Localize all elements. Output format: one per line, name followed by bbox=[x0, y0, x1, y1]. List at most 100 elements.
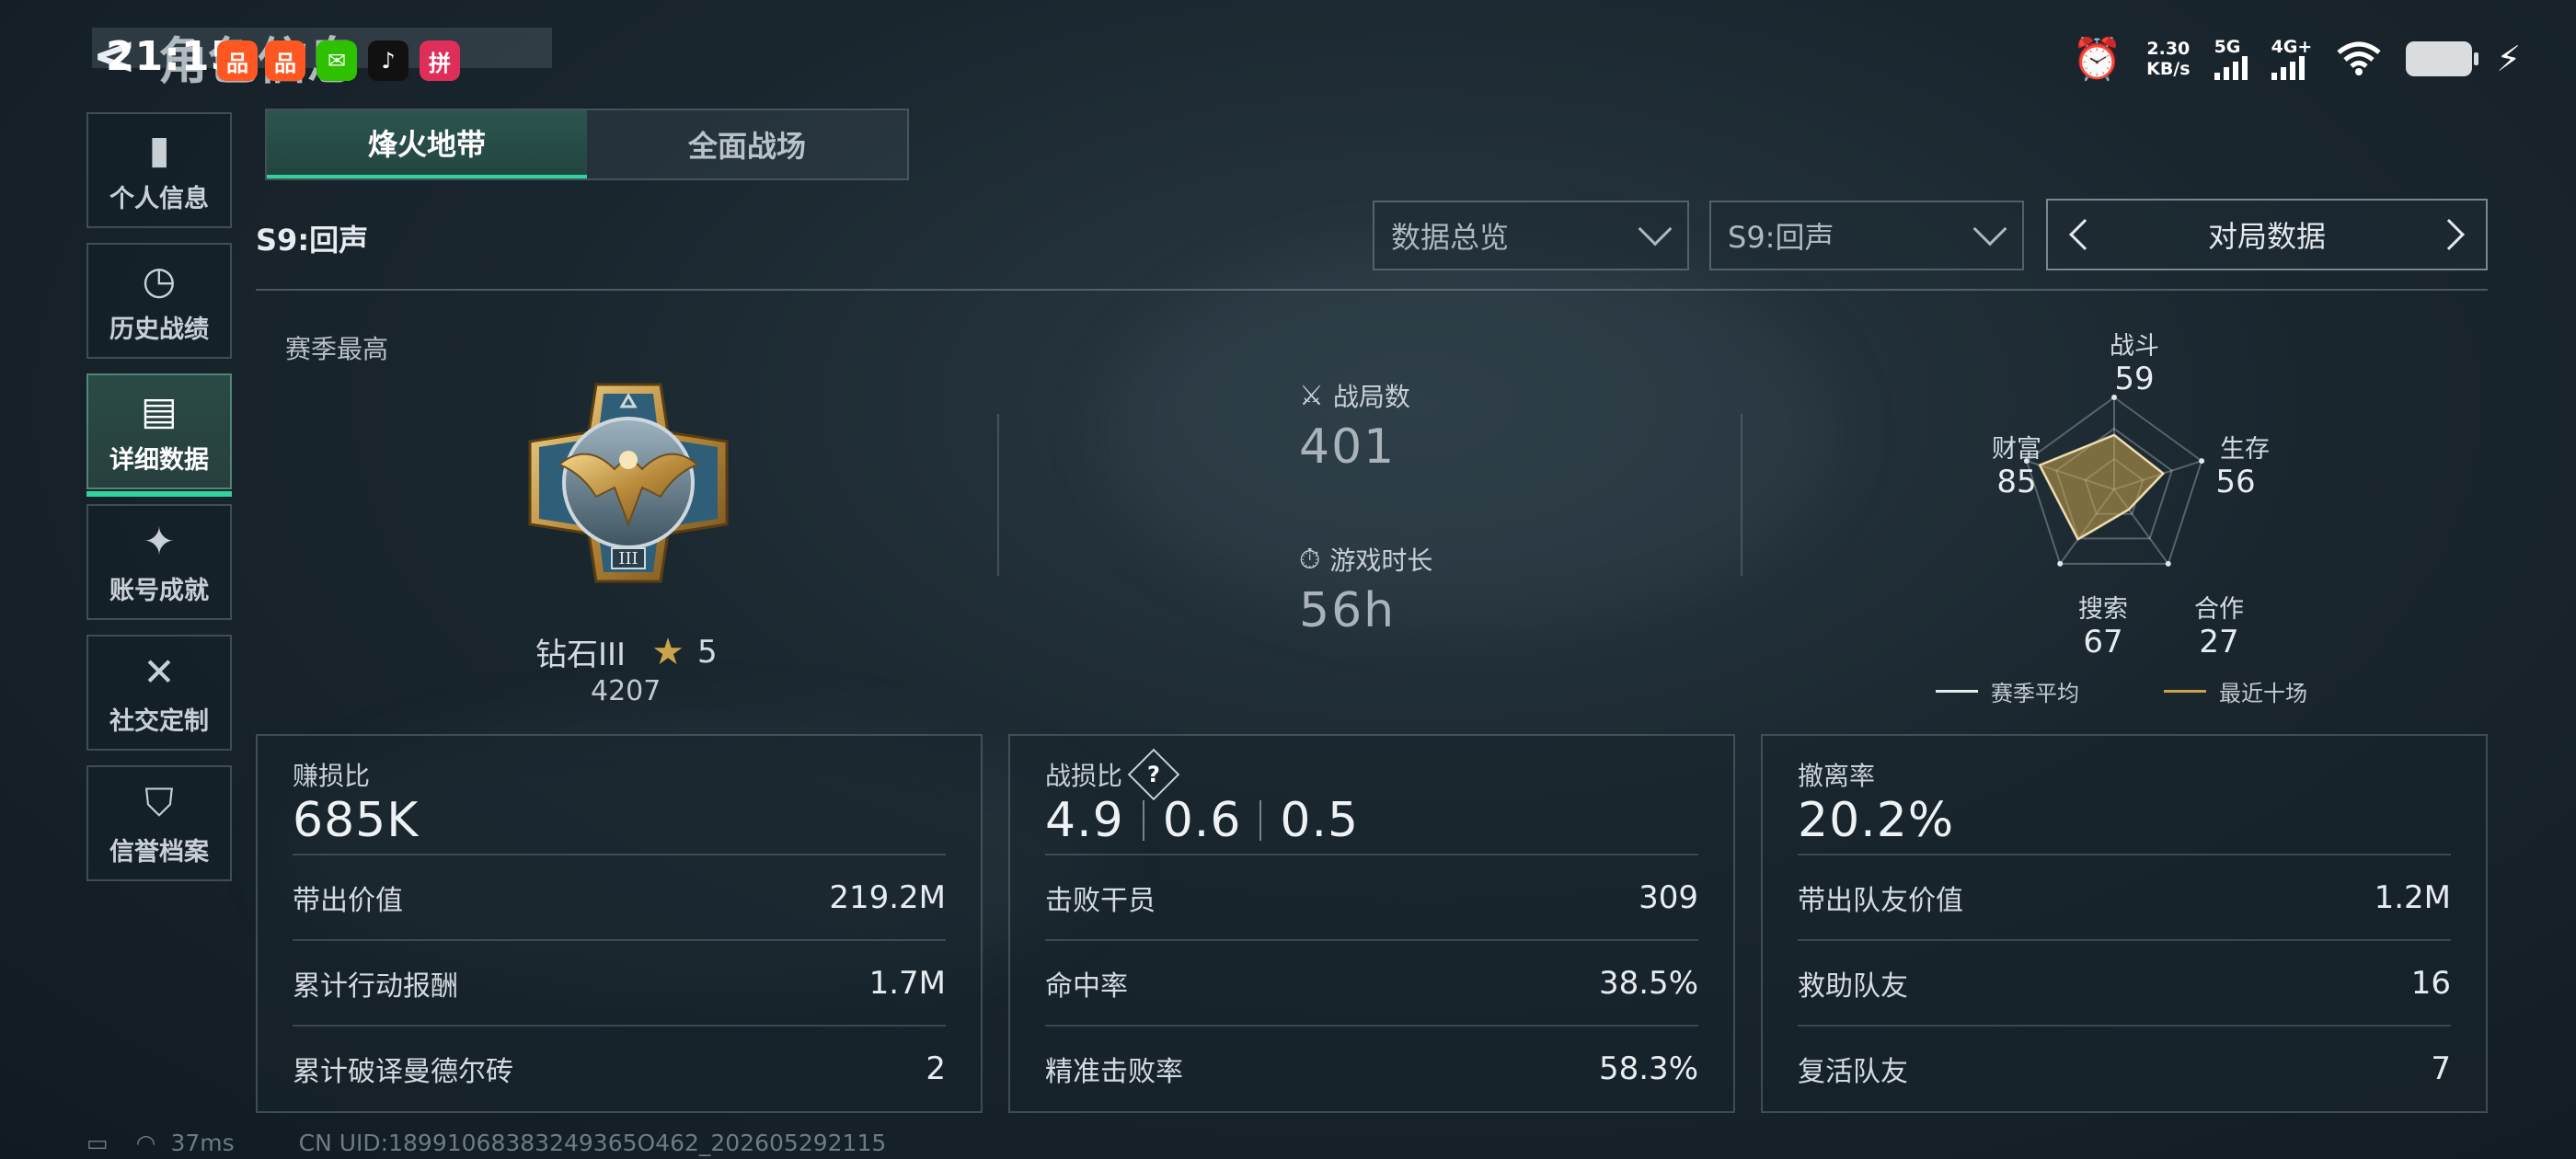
table-row: 精准击败率 58.3% bbox=[1045, 1025, 1698, 1110]
radar-value-cooperation: 27 bbox=[2199, 624, 2239, 660]
rank-name: 钻石III bbox=[535, 637, 627, 673]
nav-personal-info[interactable]: ▮ 个人信息 bbox=[86, 112, 232, 228]
radar-label-search: 搜索 bbox=[2078, 595, 2128, 624]
radar-label-combat: 战斗 bbox=[2110, 332, 2159, 361]
card-extraction-rate: 撤离率 20.2% 带出队友价值 1.2M 救助队友 16 复活队友 7 bbox=[1761, 734, 2488, 1113]
nav-label: 信誉档案 bbox=[109, 837, 209, 866]
rank-stars: 5 bbox=[696, 633, 718, 671]
nav-social[interactable]: ✕ 社交定制 bbox=[86, 635, 232, 751]
card-profit-ratio: 赚损比 685K 带出价值 219.2M 累计行动报酬 1.7M 累计破译曼德尔砖 2 bbox=[256, 734, 983, 1113]
radar-value-search: 67 bbox=[2083, 624, 2123, 660]
overview-select[interactable]: 数据总览 bbox=[1373, 201, 1689, 270]
nav-label: 历史战绩 bbox=[109, 315, 209, 344]
nav-label: 账号成就 bbox=[109, 576, 209, 605]
radar-label-wealth: 财富 bbox=[1992, 435, 2041, 464]
nav-credit[interactable]: ⛉ 信誉档案 bbox=[86, 765, 232, 881]
signal-bars-icon bbox=[2214, 56, 2248, 80]
alarm-icon: ⏰ bbox=[2072, 36, 2123, 83]
playtime-value: 56h bbox=[1299, 583, 1397, 638]
radar-axis-dot bbox=[2165, 560, 2171, 567]
chevron-right-icon[interactable] bbox=[2433, 219, 2465, 250]
data-pager: 对局数据 bbox=[2046, 199, 2488, 270]
nav-label: 社交定制 bbox=[109, 706, 209, 736]
footer-bar: ▭ ◠ 37ms CN UID:18991068383249365O462_20… bbox=[86, 1130, 886, 1156]
rank-medal-icon: III bbox=[528, 383, 729, 583]
playtime-stat: ⏱ 游戏时长 56h bbox=[1299, 541, 1433, 639]
ping: 37ms bbox=[170, 1130, 235, 1156]
app-icon-2: 品 bbox=[265, 40, 305, 81]
matches-value: 401 bbox=[1299, 419, 1397, 475]
charging-icon: ⚡ bbox=[2496, 39, 2521, 79]
net-speed: 2.30 KB/s bbox=[2146, 39, 2191, 79]
nav-history[interactable]: ◷ 历史战绩 bbox=[86, 243, 232, 359]
table-row: 累计破译曼德尔砖 2 bbox=[293, 1025, 946, 1110]
card-title: 赚损比 bbox=[293, 761, 371, 791]
radar-axis-dot bbox=[2057, 560, 2064, 567]
table-row: 带出价值 219.2M bbox=[293, 854, 946, 939]
credit-icon: ⛉ bbox=[144, 779, 174, 825]
wechat-icon: ✉ bbox=[316, 40, 357, 81]
tab-full-battlefield[interactable]: 全面战场 bbox=[587, 110, 907, 178]
bar-chart-icon: ▮ bbox=[148, 126, 170, 172]
detail-data-icon: ▤ bbox=[141, 387, 178, 433]
matches-label: 战局数 bbox=[1332, 382, 1410, 412]
season-select-value: S9:回声 bbox=[1728, 220, 1834, 255]
legend-recent-ten: 最近十场 bbox=[2164, 675, 2307, 707]
tab-fenghuo[interactable]: 烽火地带 bbox=[267, 110, 587, 178]
table-row: 救助队友 16 bbox=[1798, 939, 2451, 1025]
season-title: S9:回声 bbox=[256, 223, 369, 258]
radar-label-cooperation: 合作 bbox=[2194, 595, 2244, 624]
playtime-label: 游戏时长 bbox=[1329, 545, 1433, 576]
app-icon-5: 拼 bbox=[420, 40, 460, 81]
card-big-value: 685K bbox=[293, 793, 420, 848]
table-row: 带出队友价值 1.2M bbox=[1798, 854, 2451, 939]
legend-season-avg: 赛季平均 bbox=[1936, 675, 2079, 707]
chevron-left-icon[interactable] bbox=[2069, 219, 2100, 250]
stopwatch-icon: ⏱ bbox=[1299, 543, 1321, 576]
chevron-down-icon bbox=[1972, 212, 2007, 247]
mode-tabs: 烽火地带 全面战场 bbox=[265, 109, 909, 180]
wifi-icon bbox=[2337, 41, 2381, 75]
card-title: 撤离率 bbox=[1798, 761, 1876, 791]
radar-label-survival: 生存 bbox=[2220, 435, 2270, 464]
uid: CN UID:18991068383249365O462_20260529211… bbox=[298, 1130, 887, 1156]
rank-name-row: 钻石III ★ 5 bbox=[535, 629, 718, 674]
nav-label: 个人信息 bbox=[109, 184, 209, 213]
vertical-divider bbox=[997, 414, 999, 576]
card-big-value: 4.9 0.6 0.5 bbox=[1045, 793, 1360, 848]
history-icon: ◷ bbox=[142, 257, 177, 303]
nav-label: 详细数据 bbox=[109, 445, 209, 475]
overview-select-value: 数据总览 bbox=[1391, 220, 1510, 255]
battery-small-icon: ▭ bbox=[86, 1130, 109, 1156]
radar-value-wealth: 85 bbox=[1996, 464, 2037, 500]
season-best-label: 赛季最高 bbox=[285, 334, 389, 364]
table-row: 累计行动报酬 1.7M bbox=[293, 939, 946, 1025]
signal-bars-icon bbox=[2271, 56, 2305, 80]
vertical-divider bbox=[1741, 414, 1742, 576]
radar-value-combat: 59 bbox=[2114, 361, 2155, 397]
star-icon: ★ bbox=[651, 630, 684, 673]
tools-icon: ✕ bbox=[143, 648, 176, 694]
crossed-swords-icon: ⚔ bbox=[1299, 379, 1324, 412]
signal-5g: 5G bbox=[2214, 38, 2248, 80]
table-row: 命中率 38.5% bbox=[1045, 939, 1698, 1025]
table-row: 复活队友 7 bbox=[1798, 1025, 2451, 1110]
nav-detail-data[interactable]: ▤ 详细数据 bbox=[86, 373, 232, 497]
nav-achievements[interactable]: ✦ 账号成就 bbox=[86, 504, 232, 620]
season-select[interactable]: S9:回声 bbox=[1709, 201, 2024, 270]
ability-radar: 战斗 59 生存 56 合作 27 搜索 67 财富 85 bbox=[1895, 313, 2392, 717]
card-big-value: 20.2% bbox=[1798, 793, 1955, 848]
status-bar: < 角色信息 21:15 品 品 ✉ ♪ 拼 ⏰ 2.30 KB/s 5G 4G… bbox=[0, 0, 2576, 120]
pager-label: 对局数据 bbox=[2207, 219, 2326, 254]
matches-stat: ⚔ 战局数 401 bbox=[1299, 377, 1410, 476]
tiktok-icon: ♪ bbox=[368, 40, 408, 81]
radar-value-survival: 56 bbox=[2215, 464, 2256, 500]
achievement-icon: ✦ bbox=[143, 518, 176, 564]
rank-score: 4207 bbox=[591, 675, 661, 707]
card-title: 战损比 bbox=[1045, 761, 1123, 791]
svg-text:III: III bbox=[618, 549, 638, 568]
wifi-small-icon: ◠ bbox=[135, 1130, 156, 1156]
app-icon-1: 品 bbox=[217, 40, 258, 81]
battery-icon bbox=[2406, 41, 2479, 76]
chevron-down-icon bbox=[1638, 212, 1673, 247]
